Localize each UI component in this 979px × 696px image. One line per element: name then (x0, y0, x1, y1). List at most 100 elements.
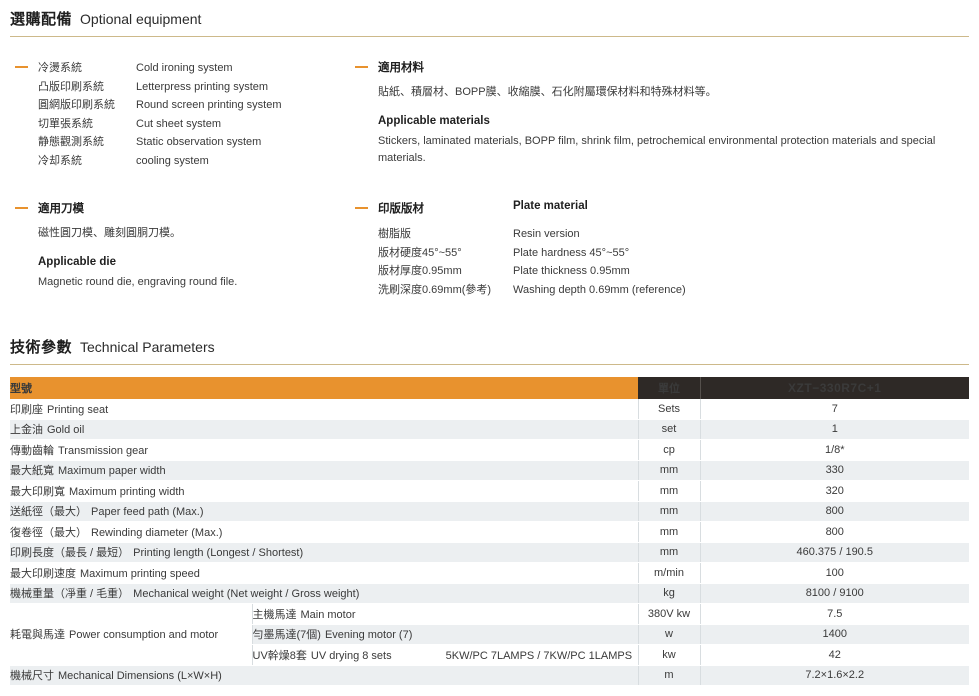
list-item: 圓網版印刷系統 Round screen printing system (38, 96, 350, 115)
list-item: 冷却系統 cooling system (38, 152, 350, 171)
row-label: 最大印刷速度 Maximum printing speed (10, 562, 638, 584)
optional-equipment-body: 冷燙系統 Cold ironing system 凸版印刷系統 Letterpr… (0, 59, 979, 299)
list-item: 切單張系統 Cut sheet system (38, 115, 350, 134)
list-item: 凸版印刷系統 Letterpress printing system (38, 78, 350, 97)
die-title-cn: 適用刀模 (38, 203, 84, 215)
table-row: 送紙徑（最大） Paper feed path (Max.) mm 800 (10, 501, 969, 522)
row-label: 復卷徑（最大） Rewinding diameter (Max.) (10, 521, 638, 543)
die-title-en: Applicable die (38, 256, 116, 268)
row-label-cn: 機械重量（凈重 / 毛重） (10, 588, 130, 601)
table-header-row: 型號 單位 XZT−330R7C+1 (10, 377, 969, 399)
system-name-cn: 静態觀測系統 (38, 136, 104, 148)
row-label-en: Printing seat (47, 403, 109, 416)
die-body-en: Magnetic round die, engraving round file… (38, 276, 238, 288)
table-row: 復卷徑（最大） Rewinding diameter (Max.) mm 800 (10, 521, 969, 543)
plate-row: 洗刷深度0.69mm(參考) Washing depth 0.69mm (ref… (378, 281, 969, 300)
table-row: 最大印刷寬 Maximum printing width mm 320 (10, 480, 969, 502)
system-name-en: cooling system (136, 154, 209, 167)
system-name-cn: 切單張系統 (38, 117, 93, 130)
row-value: 100 (699, 562, 969, 584)
row-value: 1400 (699, 624, 969, 645)
systems-block: 冷燙系統 Cold ironing system 凸版印刷系統 Letterpr… (10, 59, 350, 170)
optional-equipment-title-en: Optional equipment (80, 11, 202, 27)
row-value: 320 (699, 480, 969, 502)
table-row: 印刷長度（最長 / 最短） Printing length (Longest / … (10, 542, 969, 563)
row-label: 傳動齒輪 Transmission gear (10, 439, 638, 461)
row-label-cn: 傳動齒輪 (10, 444, 54, 457)
spec-table: 型號 單位 XZT−330R7C+1 印刷座 Printing seat Sets… (10, 377, 969, 686)
header-model-value: XZT−330R7C+1 (699, 377, 969, 399)
row-label-en: Paper feed path (Max.) (91, 506, 204, 519)
plate-title-en: Plate material (513, 200, 588, 212)
systems-column: 冷燙系統 Cold ironing system 凸版印刷系統 Letterpr… (10, 59, 350, 170)
plate-material-block: 印版版材 Plate material 樹脂版 Resin version 版材… (350, 200, 969, 299)
row-unit: Sets (637, 399, 700, 420)
sub-row-extra: 5KW/PC 7LAMPS / 7KW/PC 1LAMPS (445, 649, 633, 662)
technical-parameters-heading: 技術參數 Technical Parameters (0, 336, 979, 357)
system-name-cn: 冷燙系統 (38, 62, 82, 74)
row-label-cn: 印刷長度（最長 / 最短） (10, 547, 130, 560)
sub-row-label-en: UV drying 8 sets (310, 649, 392, 662)
table-row: 機械尺寸 Mechanical Dimensions (L×W×H) m 7.2×… (10, 665, 969, 686)
row-value: 42 (699, 644, 969, 666)
table-row: 最大印刷速度 Maximum printing speed m/min 100 (10, 562, 969, 584)
row-label-cn: 機械尺寸 (10, 670, 54, 683)
system-name-cn: 圓網版印刷系統 (38, 99, 115, 111)
materials-title-cn: 適用材料 (378, 62, 424, 74)
row-label: 最大印刷寬 Maximum printing width (10, 480, 638, 502)
table-row: 最大紙寬 Maximum paper width mm 330 (10, 460, 969, 481)
row-label-cn: 上金油 (10, 424, 43, 437)
system-name-en: Letterpress printing system (136, 80, 269, 93)
table-row: 耗電與馬達 Power consumption and motor 主機馬達 Mai… (10, 603, 969, 666)
row-value: 7 (699, 399, 969, 420)
row-unit: m (637, 665, 700, 686)
power-group-label: 耗電與馬達 Power consumption and motor (10, 603, 252, 666)
row-label-cn: 送紙徑（最大） (10, 506, 87, 519)
row-label-cn: 最大印刷寬 (10, 485, 65, 498)
row-unit: mm (637, 460, 700, 481)
row-label-cn: 最大印刷速度 (10, 567, 76, 580)
table-row: 印刷座 Printing seat Sets 7 (10, 399, 969, 420)
optional-equipment-title-cn: 選購配備 (10, 11, 73, 28)
row-label-en: Printing length (Longest / Shortest) (133, 547, 304, 560)
row-unit: mm (637, 480, 700, 502)
power-group-label-cn: 耗電與馬達 (10, 629, 65, 642)
materials-body-en: Stickers, laminated materials, BOPP film… (378, 135, 936, 164)
row-label: 送紙徑（最大） Paper feed path (Max.) (10, 501, 638, 522)
technical-title-en: Technical Parameters (80, 339, 215, 355)
row-label-cn: 復卷徑（最大） (10, 526, 87, 539)
sub-row-label: 主機馬達 Main motor (251, 603, 638, 625)
plate-row: 版材硬度45°~55° Plate hardness 45°~55° (378, 244, 969, 263)
row-value: 7.2×1.6×2.2 (699, 665, 969, 686)
sub-row-label-en: Evening motor (7) (324, 629, 413, 642)
row-value: 8100 / 9100 (699, 583, 969, 604)
sub-row-label: 勻墨馬達(7個) Evening motor (7) (251, 624, 638, 645)
sub-row-label-cn: 勻墨馬達(7個) (252, 629, 321, 642)
row-unit: m/min (637, 562, 700, 584)
row-value: 1/8* (699, 439, 969, 461)
row-value: 800 (699, 521, 969, 543)
die-column: 適用刀模 磁性圓刀模、雕刻圓胴刀模。 Applicable die Magnet… (10, 200, 350, 299)
plate-spec-en: Plate thickness 0.95mm (513, 265, 630, 277)
materials-column: 適用材料 貼紙、積層材、BOPP膜、收縮膜、石化附屬環保材料和特殊材料等。 Ap… (350, 59, 969, 170)
system-name-cn: 凸版印刷系統 (38, 80, 104, 93)
row-unit: 380V kw (637, 603, 700, 625)
materials-body-cn: 貼紙、積層材、BOPP膜、收縮膜、石化附屬環保材料和特殊材料等。 (378, 86, 717, 98)
row-value: 460.375 / 190.5 (699, 542, 969, 563)
plate-spec-cn: 洗刷深度0.69mm(參考) (378, 283, 492, 296)
row-value: 330 (699, 460, 969, 481)
power-group-label-en: Power consumption and motor (69, 629, 219, 642)
systems-list: 冷燙系統 Cold ironing system 凸版印刷系統 Letterpr… (38, 59, 350, 170)
header-unit-label: 單位 (637, 377, 700, 399)
system-name-en: Round screen printing system (136, 99, 282, 111)
plate-spec-en: Plate hardness 45°~55° (513, 246, 630, 259)
row-label: 最大紙寬 Maximum paper width (10, 460, 638, 481)
row-label-en: Gold oil (47, 424, 85, 437)
row-unit: kw (637, 644, 700, 666)
plate-spec-en: Resin version (513, 228, 580, 240)
row-label-en: Maximum printing speed (80, 567, 200, 580)
row-label-en: Transmission gear (58, 444, 149, 457)
technical-parameters-divider (10, 364, 969, 365)
plate-row: 版材厚度0.95mm Plate thickness 0.95mm (378, 262, 969, 281)
sub-row-label-cn: 主機馬達 (252, 608, 297, 621)
